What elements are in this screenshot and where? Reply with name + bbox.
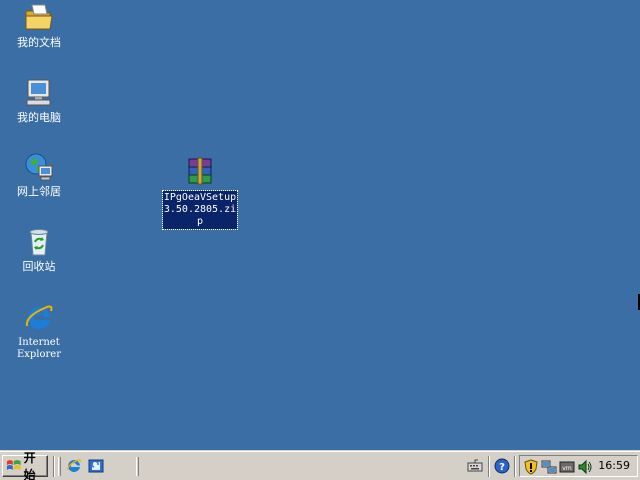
svg-text:vm: vm <box>562 465 572 472</box>
toolbar-grip[interactable] <box>58 457 61 476</box>
desktop-icon-my-documents[interactable]: 我的文档 <box>0 2 78 49</box>
desktop-icon-label: IPgOeaVSetup3.50.2805.zip <box>162 190 238 230</box>
desktop-icon-label: 我的电脑 <box>17 111 61 124</box>
desktop-icon-label: Internet Explorer <box>16 337 62 360</box>
taskbar-separator <box>53 456 55 477</box>
start-button[interactable]: 开始 <box>2 451 48 480</box>
desktop-icon-label: 回收站 <box>22 260 56 273</box>
svg-text:?: ? <box>499 462 505 473</box>
taskbar-separator <box>514 456 516 477</box>
internet-explorer-icon[interactable] <box>66 458 82 474</box>
folder-icon <box>25 4 53 30</box>
recycle-bin-icon <box>29 229 49 256</box>
windows-logo-icon <box>6 460 21 470</box>
outlook-express-icon[interactable] <box>88 458 104 474</box>
network-icon[interactable] <box>541 459 557 475</box>
security-shield-icon[interactable] <box>523 459 539 475</box>
internet-explorer-icon <box>25 305 53 329</box>
sound-icon[interactable] <box>577 459 593 475</box>
winrar-archive-icon <box>188 157 212 185</box>
keyboard-icon[interactable] <box>467 458 483 474</box>
desktop-icon-network-places[interactable]: 网上邻居 <box>0 151 78 198</box>
clock[interactable]: 16:59 <box>598 459 630 473</box>
help-icon[interactable]: ? <box>494 458 510 474</box>
start-label: 开始 <box>23 451 36 480</box>
desktop-icon-recycle-bin[interactable]: 回收站 <box>0 226 78 273</box>
desktop-icon-my-computer[interactable]: 我的电脑 <box>0 77 78 124</box>
vmware-tools-icon[interactable]: vm <box>559 459 575 475</box>
system-tray: vm 16:59 <box>519 455 638 477</box>
desktop-icon-internet-explorer[interactable]: Internet Explorer <box>0 302 78 361</box>
toolbar-grip[interactable] <box>136 457 139 476</box>
network-globe-icon <box>25 153 53 181</box>
desktop-icon-label: 我的文档 <box>17 36 61 49</box>
taskbar: 开始 ? vm 16:59 <box>0 450 640 480</box>
desktop[interactable]: 我的文档 我的电脑 网上邻居 回收站 Internet Explorer IPg… <box>0 0 640 451</box>
desktop-icon-winrar-archive[interactable]: IPgOeaVSetup3.50.2805.zip <box>161 156 239 230</box>
taskbar-separator <box>488 456 490 477</box>
desktop-icon-label: 网上邻居 <box>17 185 61 198</box>
computer-icon <box>26 79 51 106</box>
